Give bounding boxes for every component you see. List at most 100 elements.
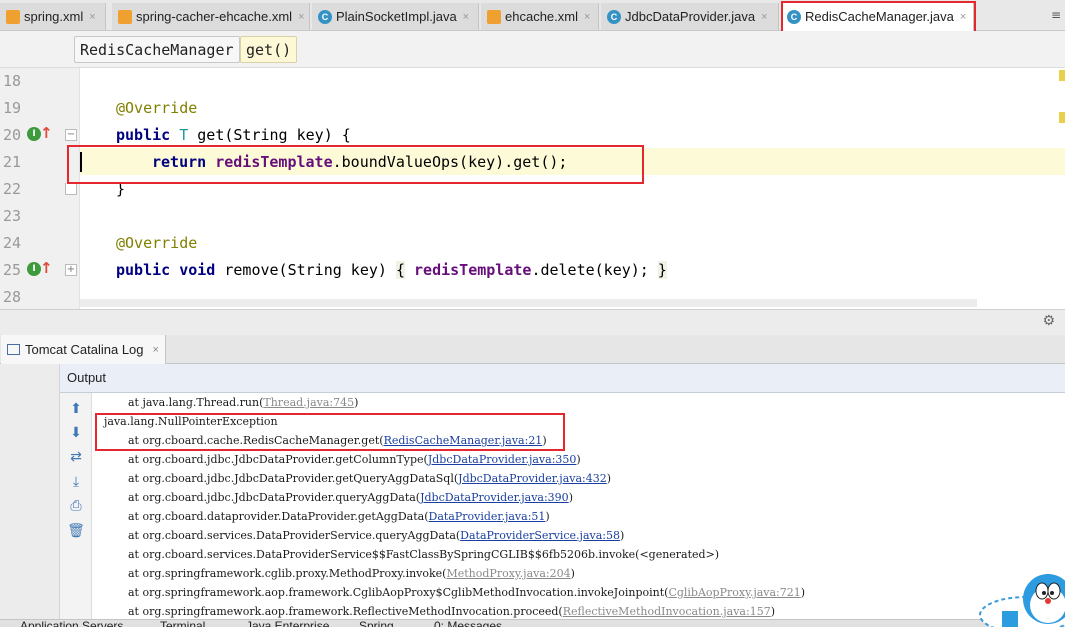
log-line: at org.cboard.jdbc.JdbcDataProvider.getQ… [100, 469, 611, 488]
log-line: at org.cboard.dataprovider.DataProvider.… [100, 507, 550, 526]
up-arrow-icon[interactable]: ⬆ [67, 400, 85, 418]
fold-toggle-icon[interactable]: − [65, 129, 77, 141]
scroll-end-icon[interactable]: ⤓ [67, 473, 85, 491]
log-line: at org.cboard.jdbc.JdbcDataProvider.getC… [100, 450, 581, 469]
java-class-icon: C [787, 9, 801, 24]
gear-icon[interactable]: ⚙ [1042, 313, 1055, 329]
tab-tomcat-catalina-log[interactable]: Tomcat Catalina Log × [1, 335, 166, 364]
log-text: ) [545, 510, 550, 523]
override-arrow-icon[interactable]: ↑ [40, 259, 53, 277]
log-text: ) [570, 567, 575, 580]
editor-tab-label: ehcache.xml [505, 9, 578, 24]
implements-marker-icon[interactable]: I [27, 262, 41, 276]
editor-tab-bar: spring.xml × spring-cacher-ehcache.xml × C Pl… [0, 0, 1065, 31]
log-text: at org.springframework.cglib.proxy.Metho… [100, 567, 447, 580]
code-line-21: return redisTemplate.boundValueOps(key).… [152, 153, 568, 171]
line-number: 20 [3, 126, 22, 144]
output-header: Output [60, 364, 1065, 393]
close-icon[interactable]: × [761, 11, 767, 23]
output-toolbar: ⬆ ⬇ ⇄ ⤓ ⎙ 🗑 [60, 393, 92, 627]
stacktrace-link[interactable]: DataProviderService.java:58 [460, 529, 620, 542]
print-icon[interactable]: ⎙ [67, 497, 85, 515]
tool-window-button[interactable]: Java Enterprise [246, 620, 329, 627]
close-icon[interactable]: × [960, 11, 966, 23]
stacktrace-link[interactable]: RedisCacheManager.java:21 [384, 434, 543, 447]
editor-tab[interactable]: spring.xml × [0, 3, 106, 30]
breadcrumb-method[interactable]: get() [240, 36, 298, 63]
warning-marker[interactable] [1059, 112, 1065, 123]
horizontal-scrollbar[interactable] [80, 299, 977, 307]
editor-tab-label: JdbcDataProvider.java [625, 9, 756, 24]
soft-wrap-icon[interactable]: ⇄ [67, 448, 85, 466]
down-arrow-icon[interactable]: ⬇ [67, 424, 85, 442]
log-text: ) [568, 491, 573, 504]
bottom-tool-strip: Application Servers Terminal Java Enterpri… [0, 619, 1065, 627]
error-stripe[interactable] [1059, 68, 1065, 309]
stacktrace-link[interactable]: JdbcDataProvider.java:432 [458, 472, 607, 485]
java-class-icon: C [607, 9, 621, 24]
fold-toggle-icon[interactable]: + [65, 264, 77, 276]
tab-list-menu-icon[interactable]: ≡ [1051, 8, 1061, 22]
code-line-20: public T get(String key) { [116, 126, 351, 144]
editor-tab[interactable]: C RedisCacheManager.java × [781, 2, 974, 31]
stacktrace-link[interactable]: JdbcDataProvider.java:390 [420, 491, 569, 504]
stacktrace-link[interactable]: CglibAopProxy.java:721 [668, 586, 800, 599]
stacktrace-link[interactable]: DataProvider.java:51 [429, 510, 546, 523]
log-line: at org.cboard.services.DataProviderServi… [100, 526, 624, 545]
log-text: ) [800, 586, 806, 599]
line-number: 21 [3, 153, 22, 171]
editor-tab-label: PlainSocketImpl.java [336, 9, 457, 24]
line-number: 24 [3, 234, 22, 252]
override-arrow-icon[interactable]: ↑ [40, 124, 53, 142]
log-output[interactable]: at java.lang.Thread.run(Thread.java:745)… [93, 393, 1065, 627]
log-text: at org.cboard.services.DataProviderServi… [100, 548, 720, 561]
breadcrumb: RedisCacheManager get() [0, 31, 1065, 68]
implements-marker-icon[interactable]: I [27, 127, 41, 141]
xml-file-icon [118, 9, 132, 24]
editor-tab[interactable]: ehcache.xml × [481, 3, 599, 30]
xml-file-icon [6, 9, 20, 24]
warning-marker[interactable] [1059, 70, 1065, 81]
xml-file-icon [487, 9, 501, 24]
line-number: 28 [3, 288, 22, 306]
log-line: at java.lang.Thread.run(Thread.java:745) [100, 393, 358, 412]
close-icon[interactable]: × [584, 11, 590, 23]
log-line: java.lang.NullPointerException [104, 412, 278, 431]
stacktrace-link[interactable]: Thread.java:745 [263, 396, 354, 409]
editor-tab[interactable]: C PlainSocketImpl.java × [312, 3, 479, 30]
line-number: 25 [3, 261, 22, 279]
editor-tab[interactable]: C JdbcDataProvider.java × [601, 3, 779, 30]
text-caret [80, 152, 82, 172]
tool-window-button[interactable]: Application Servers [20, 620, 123, 627]
log-text: ) [542, 434, 547, 447]
close-icon[interactable]: × [89, 11, 95, 23]
output-title: Output [67, 370, 107, 385]
log-text: ) [770, 605, 775, 618]
line-number: 19 [3, 99, 22, 117]
close-icon[interactable]: × [153, 344, 159, 356]
code-editor[interactable]: 18 19 20 I ↑ − 21 22 23 24 25 I ↑ + 28 @… [0, 68, 1065, 309]
log-text: at org.cboard.cache.RedisCacheManager.ge… [100, 434, 384, 447]
log-text: ) [354, 396, 359, 409]
tool-window-button[interactable]: Spring [359, 620, 394, 627]
editor-gutter: 18 19 20 I ↑ − 21 22 23 24 25 I ↑ + 28 [0, 68, 80, 309]
code-line-19: @Override [116, 99, 198, 117]
line-number: 18 [3, 72, 22, 90]
trash-icon[interactable]: 🗑 [67, 522, 85, 540]
fold-end-icon[interactable] [65, 183, 77, 195]
log-text: at org.cboard.services.DataProviderServi… [100, 529, 461, 542]
tool-window-button[interactable]: 0: Messages [434, 620, 502, 627]
code-line-25: public void remove(String key) { redisTe… [116, 261, 667, 279]
close-icon[interactable]: × [463, 11, 469, 23]
log-text: ) [606, 472, 612, 485]
breadcrumb-class[interactable]: RedisCacheManager [74, 36, 240, 63]
log-text: ) [576, 453, 581, 466]
editor-tab[interactable]: spring-cacher-ehcache.xml × [112, 3, 310, 30]
close-icon[interactable]: × [298, 11, 304, 23]
stacktrace-link[interactable]: JdbcDataProvider.java:350 [428, 453, 577, 466]
log-text: at org.springframework.aop.framework.Ref… [100, 605, 563, 618]
stacktrace-link[interactable]: ReflectiveMethodInvocation.java:157 [563, 605, 771, 618]
stacktrace-link[interactable]: MethodProxy.java:204 [446, 567, 570, 580]
tab-label: Tomcat Catalina Log [25, 342, 144, 357]
tool-window-button[interactable]: Terminal [160, 620, 205, 627]
